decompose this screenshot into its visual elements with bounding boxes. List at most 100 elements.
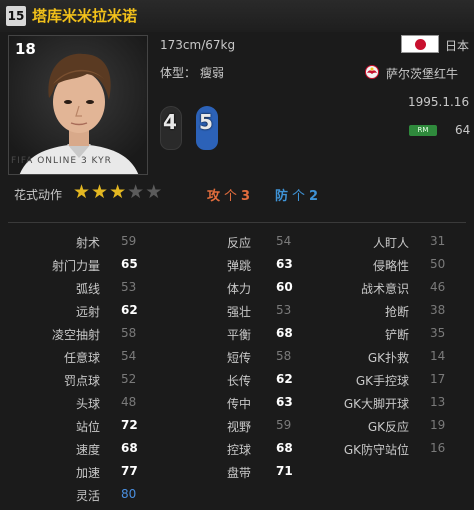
stats-column-attacking: 射术 59 射门力量 65 弧线 53 远射 62 凌空抽射 58 任意球 54 罚点球 52 头球 48 站位… — [0, 234, 150, 510]
stat-value: 38 — [430, 303, 446, 317]
stat-value: 58 — [276, 349, 292, 363]
stat-value: 68 — [276, 441, 293, 455]
stat-value: 46 — [430, 280, 446, 294]
star-icon: ★ — [127, 181, 145, 203]
position-rating: 64 — [455, 123, 471, 137]
stat-row: GK防守站位 16 — [300, 441, 474, 464]
attack-arrow-icon: 个 — [224, 189, 238, 204]
defense-arrow-icon: 个 — [292, 189, 306, 204]
stat-row: 远射 62 — [0, 303, 150, 326]
stat-row: 短传 58 — [150, 349, 300, 372]
stat-value: 54 — [121, 349, 137, 363]
body-type-value: 瘦弱 — [200, 66, 225, 80]
stat-value: 48 — [121, 395, 137, 409]
stat-row: 盘带 71 — [150, 464, 300, 487]
stat-name: 弹跳 — [226, 259, 251, 273]
header-bar: 15 塔库米米拉米诺 — [0, 0, 474, 32]
stat-name: 短传 — [226, 351, 251, 365]
shirt-number: 18 — [15, 40, 36, 58]
stat-value: 58 — [121, 326, 137, 340]
stat-name: 体力 — [226, 282, 251, 296]
stat-name: 灵活 — [75, 489, 100, 503]
stat-name: 铲断 — [384, 328, 409, 342]
stat-value: 35 — [430, 326, 446, 340]
stat-value: 16 — [430, 441, 446, 455]
stat-name: GK防守站位 — [343, 443, 409, 457]
stat-value: 59 — [276, 418, 292, 432]
skill-stars: ★ ★ ★ ★ ★ — [73, 181, 162, 203]
stat-name: 侵略性 — [372, 259, 409, 273]
stat-value: 17 — [430, 372, 446, 386]
skill-moves-label: 花式动作 — [14, 188, 63, 202]
attack-work-rate: 攻个3 — [207, 185, 250, 204]
stat-name: 射术 — [75, 236, 100, 250]
stat-name: 战术意识 — [360, 282, 409, 296]
stat-row: 体力 60 — [150, 280, 300, 303]
stat-row: 人盯人 31 — [300, 234, 474, 257]
japan-flag-icon — [401, 35, 439, 53]
stat-row: 弧线 53 — [0, 280, 150, 303]
stat-row: 平衡 68 — [150, 326, 300, 349]
stat-name: 罚点球 — [63, 374, 100, 388]
height-weight: 173cm/67kg — [160, 38, 236, 52]
stat-name: GK扑救 — [367, 351, 409, 365]
stat-row: 弹跳 63 — [150, 257, 300, 280]
stat-row: 罚点球 52 — [0, 372, 150, 395]
stat-name: 强壮 — [226, 305, 251, 319]
stat-value: 54 — [276, 234, 292, 248]
stat-name: 弧线 — [75, 282, 100, 296]
player-photo: 18 FIFA ONLINE 3 KYR — [8, 35, 148, 175]
birthdate: 1995.1.16 — [408, 95, 470, 109]
club-name: 萨尔茨堡红牛 — [386, 67, 459, 81]
stat-row: GK扑救 14 — [300, 349, 474, 372]
stat-value: 71 — [276, 464, 293, 478]
player-name: 塔库米米拉米诺 — [32, 7, 138, 25]
stat-row: 速度 68 — [0, 441, 150, 464]
stat-name: 反应 — [226, 236, 251, 250]
position-badge: RM — [409, 125, 437, 136]
attack-value: 3 — [241, 189, 251, 204]
stat-value: 72 — [121, 418, 138, 432]
stats-column-physical: 反应 54 弹跳 63 体力 60 强壮 53 平衡 68 短传 58 长传 62 传中 63 视野 59 控球 68… — [150, 234, 300, 487]
stats-column-defending: 人盯人 31 侵略性 50 战术意识 46 抢断 38 铲断 35 GK扑救 14 GK手控球 17 GK大… — [300, 234, 474, 464]
stat-value: 62 — [276, 372, 293, 386]
stat-row: 战术意识 46 — [300, 280, 474, 303]
stat-name: 平衡 — [226, 328, 251, 342]
stat-name: 凌空抽射 — [51, 328, 100, 342]
stat-value: 19 — [430, 418, 446, 432]
defense-label: 防 — [275, 189, 289, 204]
stat-name: 射门力量 — [51, 259, 100, 273]
stat-row: 侵略性 50 — [300, 257, 474, 280]
stat-row: 控球 68 — [150, 441, 300, 464]
stat-name: 站位 — [75, 420, 100, 434]
stat-row: 任意球 54 — [0, 349, 150, 372]
stat-value: 77 — [121, 464, 138, 478]
stat-row: 铲断 35 — [300, 326, 474, 349]
stat-value: 59 — [121, 234, 137, 248]
stat-name: 长传 — [226, 374, 251, 388]
stat-name: 抢断 — [384, 305, 409, 319]
stat-value: 53 — [276, 303, 292, 317]
stat-value: 63 — [276, 257, 293, 271]
stat-row: 视野 59 — [150, 418, 300, 441]
stat-value: 68 — [276, 326, 293, 340]
defense-work-rate: 防个2 — [275, 185, 318, 204]
stat-name: GK大脚开球 — [343, 397, 409, 411]
stat-value: 68 — [121, 441, 138, 455]
stat-value: 63 — [276, 395, 293, 409]
stat-row: GK手控球 17 — [300, 372, 474, 395]
stat-row: 反应 54 — [150, 234, 300, 257]
stat-name: 盘带 — [226, 466, 251, 480]
defense-value: 2 — [309, 189, 319, 204]
stat-name: 头球 — [75, 397, 100, 411]
stat-name: 速度 — [75, 443, 100, 457]
nation-name: 日本 — [445, 39, 470, 53]
body-type-label: 体型： — [160, 66, 197, 80]
stat-value: 50 — [430, 257, 446, 271]
stat-row: GK反应 19 — [300, 418, 474, 441]
stat-row: 长传 62 — [150, 372, 300, 395]
stat-name: 加速 — [75, 466, 100, 480]
stat-value: 53 — [121, 280, 137, 294]
attack-label: 攻 — [207, 189, 221, 204]
stat-value: 62 — [121, 303, 138, 317]
